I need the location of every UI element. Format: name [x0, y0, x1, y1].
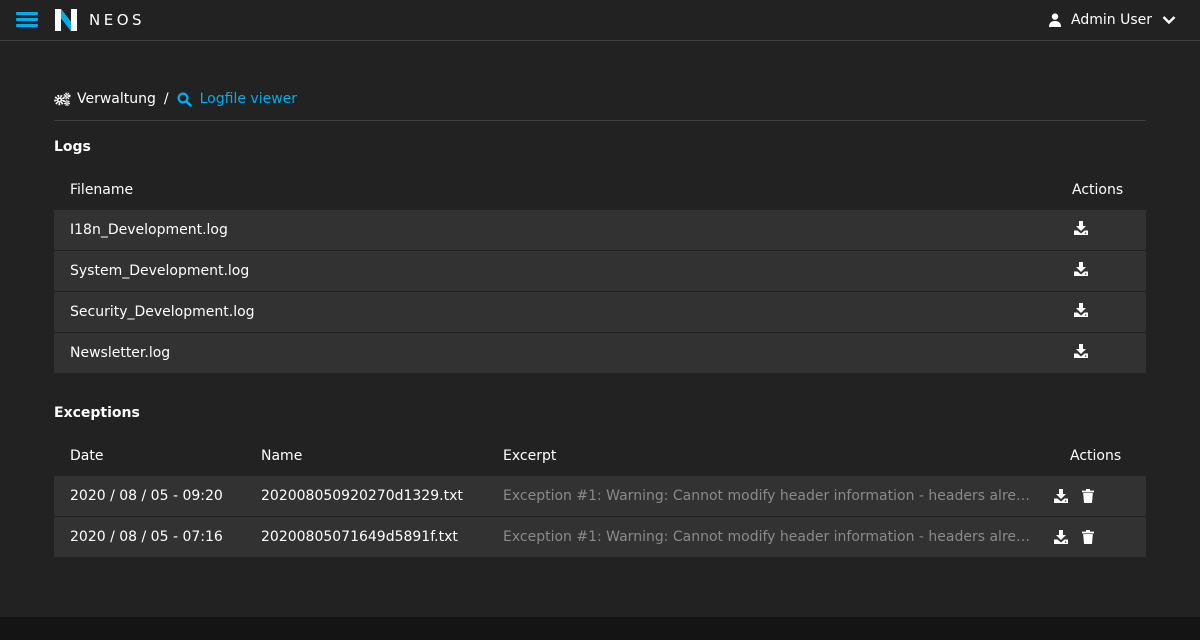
log-filename: System_Development.log — [70, 263, 250, 279]
download-icon[interactable] — [1074, 344, 1088, 358]
log-filename: Security_Development.log — [70, 304, 255, 320]
top-bar: NEOS Admin User — [0, 0, 1200, 41]
breadcrumb: Verwaltung / Logfile viewer — [54, 88, 1146, 121]
column-header-actions: Actions — [1072, 181, 1124, 198]
download-icon[interactable] — [1074, 303, 1088, 317]
breadcrumb-separator: / — [163, 91, 169, 107]
chevron-down-icon — [1162, 16, 1176, 25]
exception-excerpt: Exception #1: Warning: Cannot modify hea… — [503, 529, 1038, 545]
exceptions-table: Date Name Excerpt Actions 2020 / 08 / 05… — [54, 435, 1146, 558]
breadcrumb-current-label: Logfile viewer — [199, 91, 298, 107]
search-icon — [177, 91, 192, 107]
menu-icon[interactable] — [16, 12, 38, 28]
brand-name: NEOS — [89, 11, 146, 29]
log-filename: Newsletter.log — [70, 345, 171, 361]
table-row: 2020 / 08 / 05 - 09:20 202008050920270d13… — [54, 476, 1146, 516]
logs-table-header: Filename Actions — [54, 169, 1146, 210]
column-header-filename: Filename — [70, 181, 134, 198]
column-header-date: Date — [70, 447, 104, 464]
download-icon[interactable] — [1074, 262, 1088, 276]
table-row: Newsletter.log — [54, 333, 1146, 373]
user-name: Admin User — [1071, 12, 1152, 28]
exception-name: 202008050920270d1329.txt — [261, 488, 463, 504]
exceptions-table-body: 2020 / 08 / 05 - 09:20 202008050920270d13… — [54, 476, 1146, 557]
logs-table: Filename Actions I18n_Development.log Sys… — [54, 169, 1146, 374]
exception-date: 2020 / 08 / 05 - 07:16 — [70, 529, 223, 545]
download-icon[interactable] — [1054, 489, 1068, 503]
breadcrumb-parent-label: Verwaltung — [77, 91, 156, 107]
logs-section-title: Logs — [54, 139, 91, 155]
download-icon[interactable] — [1074, 221, 1088, 235]
user-menu[interactable]: Admin User — [1049, 0, 1176, 40]
trash-icon[interactable] — [1082, 530, 1094, 544]
logs-table-body: I18n_Development.log System_Development.l… — [54, 210, 1146, 373]
breadcrumb-item-logfile-viewer[interactable]: Logfile viewer — [177, 91, 297, 107]
table-row: 2020 / 08 / 05 - 07:16 20200805071649d589… — [54, 517, 1146, 557]
trash-icon[interactable] — [1082, 489, 1094, 503]
gears-icon — [54, 92, 71, 106]
table-row: Security_Development.log — [54, 292, 1146, 332]
table-row: System_Development.log — [54, 251, 1146, 291]
exceptions-table-header: Date Name Excerpt Actions — [54, 435, 1146, 476]
exception-excerpt: Exception #1: Warning: Cannot modify hea… — [503, 488, 1038, 504]
footer-bar — [0, 617, 1200, 640]
log-filename: I18n_Development.log — [70, 222, 228, 238]
exceptions-section-title: Exceptions — [54, 405, 140, 421]
user-icon — [1049, 13, 1062, 27]
column-header-actions: Actions — [1070, 447, 1122, 464]
exception-name: 20200805071649d5891f.txt — [261, 529, 458, 545]
table-row: I18n_Development.log — [54, 210, 1146, 250]
exception-date: 2020 / 08 / 05 - 09:20 — [70, 488, 223, 504]
column-header-name: Name — [261, 447, 303, 464]
column-header-excerpt: Excerpt — [503, 447, 557, 464]
neos-logo-icon[interactable] — [54, 8, 78, 32]
download-icon[interactable] — [1054, 530, 1068, 544]
breadcrumb-item-verwaltung[interactable]: Verwaltung — [54, 91, 156, 107]
